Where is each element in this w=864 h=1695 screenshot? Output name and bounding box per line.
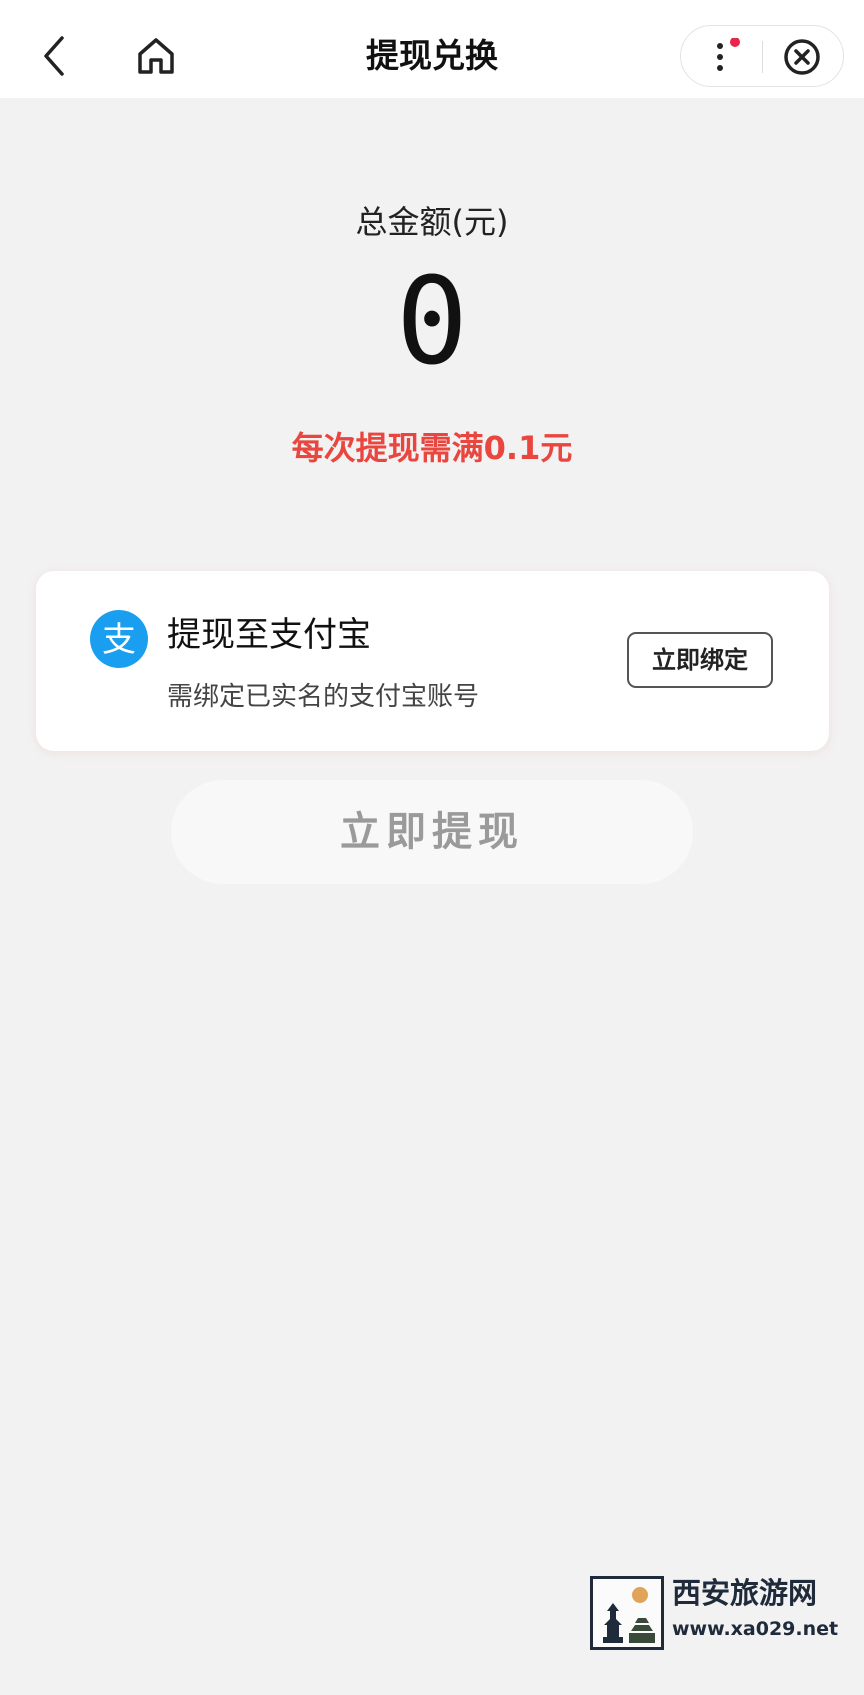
minimum-withdraw-note: 每次提现需满0.1元 [291, 429, 573, 467]
mini-program-capsule [680, 25, 844, 87]
top-nav-bar: 提现兑换 [0, 0, 864, 98]
pagoda-logo-icon [590, 1576, 664, 1650]
bind-account-button[interactable]: 立即绑定 [627, 632, 773, 688]
notification-dot [730, 37, 740, 47]
total-amount-label: 总金额(元) [355, 203, 509, 241]
watermark-url: www.xa029.net [672, 1618, 839, 1640]
capsule-divider [762, 41, 763, 73]
alipay-payout-card: 支 提现至支付宝 需绑定已实名的支付宝账号 立即绑定 [36, 571, 829, 751]
withdraw-now-button[interactable]: 立即提现 [171, 780, 693, 884]
payout-method-title: 提现至支付宝 [167, 615, 371, 655]
payout-method-subtitle: 需绑定已实名的支付宝账号 [167, 682, 480, 712]
alipay-icon: 支 [90, 610, 148, 668]
total-amount-value: 0 [395, 253, 469, 392]
more-options-icon[interactable] [709, 37, 745, 76]
watermark-title: 西安旅游网 [672, 1576, 818, 1610]
close-circle-icon[interactable] [782, 37, 822, 77]
site-watermark: 西安旅游网 www.xa029.net [590, 1576, 839, 1650]
alipay-icon-glyph: 支 [102, 620, 136, 660]
